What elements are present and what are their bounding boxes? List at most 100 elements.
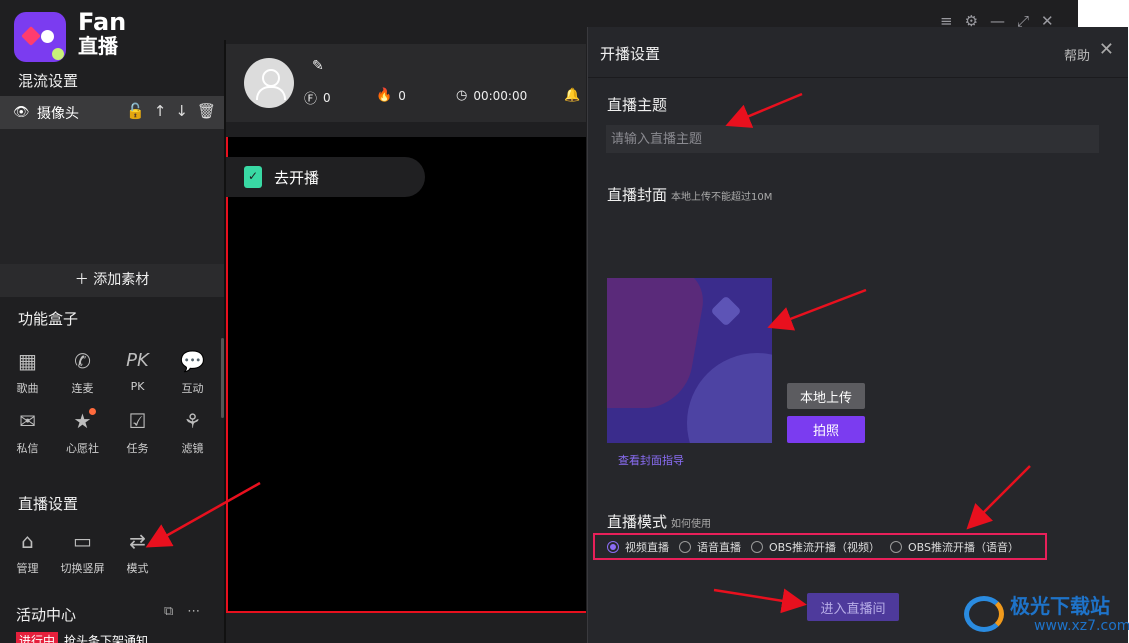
mode-obs-audio-radio[interactable]: OBS推流开播（语音）: [890, 539, 1019, 555]
mix-settings-title: 混流设置: [18, 72, 79, 90]
cover-guide-link[interactable]: 查看封面指导: [618, 452, 684, 468]
live-mode-options: 视频直播 语音直播 OBS推流开播（视频） OBS推流开播（语音）: [593, 533, 1047, 560]
plus-icon: ＋: [74, 272, 89, 288]
radio-selected-icon: [607, 540, 619, 553]
live-settings-row: ⌂ 管理 ▭ 切换竖屏 ⇄ 模式: [0, 527, 165, 576]
cover-label: 直播封面: [607, 186, 668, 204]
fire-value: 0: [398, 88, 406, 103]
radio-icon: [890, 540, 902, 553]
songs-icon: ▦: [18, 349, 37, 373]
watermark-logo: [964, 596, 1004, 632]
live-item-label: 管理: [16, 562, 39, 575]
fire-stat: 🔥 0: [376, 88, 406, 103]
local-upload-button[interactable]: 本地上传: [787, 383, 865, 409]
more-icon[interactable]: ⋯: [187, 604, 200, 619]
duration-value: 00:00:00: [473, 88, 528, 103]
call-icon: ✆: [74, 349, 91, 373]
clock-icon: ◷: [456, 88, 468, 103]
live-mode[interactable]: ⇄ 模式: [110, 527, 165, 576]
arrow-down-icon[interactable]: ↓: [175, 102, 188, 120]
lock-icon[interactable]: 🔓: [126, 102, 145, 120]
enter-live-room-button[interactable]: 进入直播间: [807, 593, 899, 621]
topic-label: 直播主题: [607, 96, 668, 114]
function-grid-row1: ▦ 歌曲 ✆ 连麦 PK PK 💬 互动: [0, 348, 220, 396]
eye-icon[interactable]: 👁: [13, 105, 30, 120]
bell-icon: 🔔: [564, 88, 581, 103]
activity-actions: ⧉ ⋯: [164, 604, 200, 619]
watermark-line2: www.xz7.com: [1034, 618, 1129, 634]
logo-line1: Fan: [78, 8, 127, 36]
activity-item[interactable]: 进行中 抢头条下架通知: [16, 632, 148, 643]
func-task[interactable]: ☑ 任务: [110, 408, 165, 456]
source-list: [0, 129, 224, 264]
rotate-icon: ▭: [73, 529, 92, 553]
live-rotate[interactable]: ▭ 切换竖屏: [55, 527, 110, 576]
function-box-title: 功能盒子: [18, 310, 79, 328]
function-grid-row2: ✉ 私信 ★ 心愿社 ☑ 任务 ⚘ 滤镜: [0, 408, 220, 456]
avatar[interactable]: [244, 58, 294, 108]
func-message[interactable]: ✉ 私信: [0, 408, 55, 456]
func-label: 心愿社: [66, 442, 99, 455]
cover-label-group: 直播封面 本地上传不能超过10M: [607, 184, 772, 205]
dialog-title: 开播设置: [600, 45, 661, 63]
manage-icon: ⌂: [21, 529, 34, 553]
mode-obs-video-radio[interactable]: OBS推流开播（视频）: [751, 539, 880, 555]
stream-preview: [226, 137, 586, 613]
arrow-up-icon[interactable]: ↑: [154, 102, 167, 120]
func-songs[interactable]: ▦ 歌曲: [0, 348, 55, 396]
live-manage[interactable]: ⌂ 管理: [0, 527, 55, 576]
clipboard-check-icon: [244, 166, 262, 188]
duration-stat: ◷ 00:00:00: [456, 88, 527, 103]
func-interact[interactable]: 💬 互动: [165, 348, 220, 396]
mode-option-label: 视频直播: [625, 540, 669, 554]
mode-audio-radio[interactable]: 语音直播: [679, 539, 741, 555]
cover-image[interactable]: [607, 278, 772, 443]
func-filter[interactable]: ⚘ 滤镜: [165, 408, 220, 456]
edit-icon[interactable]: ✎: [312, 58, 324, 74]
app-name: Fan 直播: [78, 10, 126, 56]
func-pk[interactable]: PK PK: [110, 348, 165, 396]
streamer-header: ✎ Ⓕ 0 🔥 0 ◷ 00:00:00 🔔: [226, 44, 586, 122]
radio-icon: [679, 540, 691, 553]
func-label: 私信: [16, 442, 39, 455]
pk-icon: PK: [126, 350, 149, 371]
add-material-label: 添加素材: [93, 272, 150, 288]
site-watermark: 极光下载站 www.xz7.com: [960, 590, 1129, 640]
take-photo-button[interactable]: 拍照: [787, 416, 865, 443]
go-live-button[interactable]: 去开播: [226, 157, 425, 197]
topic-input[interactable]: [606, 125, 1099, 153]
cover-hint: 本地上传不能超过10M: [671, 192, 773, 203]
func-label: 滤镜: [181, 442, 204, 455]
fire-icon: 🔥: [376, 88, 393, 103]
trash-icon[interactable]: 🗑: [197, 102, 216, 120]
mode-help-link[interactable]: 如何使用: [671, 519, 711, 530]
radio-icon: [751, 540, 763, 553]
task-icon: ☑: [128, 409, 147, 433]
activity-text: 抢头条下架通知: [64, 634, 149, 643]
func-wish[interactable]: ★ 心愿社: [55, 408, 110, 456]
notice-stat[interactable]: 🔔: [564, 88, 580, 103]
coins-stat: Ⓕ 0: [304, 88, 331, 108]
app-logo: [14, 12, 66, 62]
watermark-line1: 极光下载站: [1010, 594, 1110, 618]
close-icon[interactable]: ✕: [1099, 39, 1114, 60]
live-settings-title: 直播设置: [18, 495, 79, 513]
camera-source-row[interactable]: 👁 摄像头 🔓 ↑ ↓ 🗑: [0, 96, 224, 129]
filter-icon: ⚘: [183, 409, 202, 433]
chat-icon: 💬: [180, 349, 205, 373]
add-material-button[interactable]: ＋ 添加素材: [0, 264, 224, 297]
mode-option-label: OBS推流开播（语音）: [908, 540, 1019, 554]
window-icon[interactable]: ⧉: [164, 604, 173, 619]
live-item-label: 切换竖屏: [60, 562, 105, 575]
help-link[interactable]: 帮助: [1064, 45, 1090, 64]
func-call[interactable]: ✆ 连麦: [55, 348, 110, 396]
left-scrollbar[interactable]: [221, 338, 224, 418]
mode-option-label: OBS推流开播（视频）: [769, 540, 880, 554]
mail-icon: ✉: [19, 409, 36, 433]
wish-icon: ★: [73, 409, 92, 433]
mode-video-radio[interactable]: 视频直播: [607, 539, 669, 555]
mode-option-label: 语音直播: [697, 540, 741, 554]
activity-center-title: 活动中心: [16, 606, 77, 624]
go-live-label: 去开播: [274, 168, 320, 187]
logo-line2: 直播: [78, 34, 118, 58]
